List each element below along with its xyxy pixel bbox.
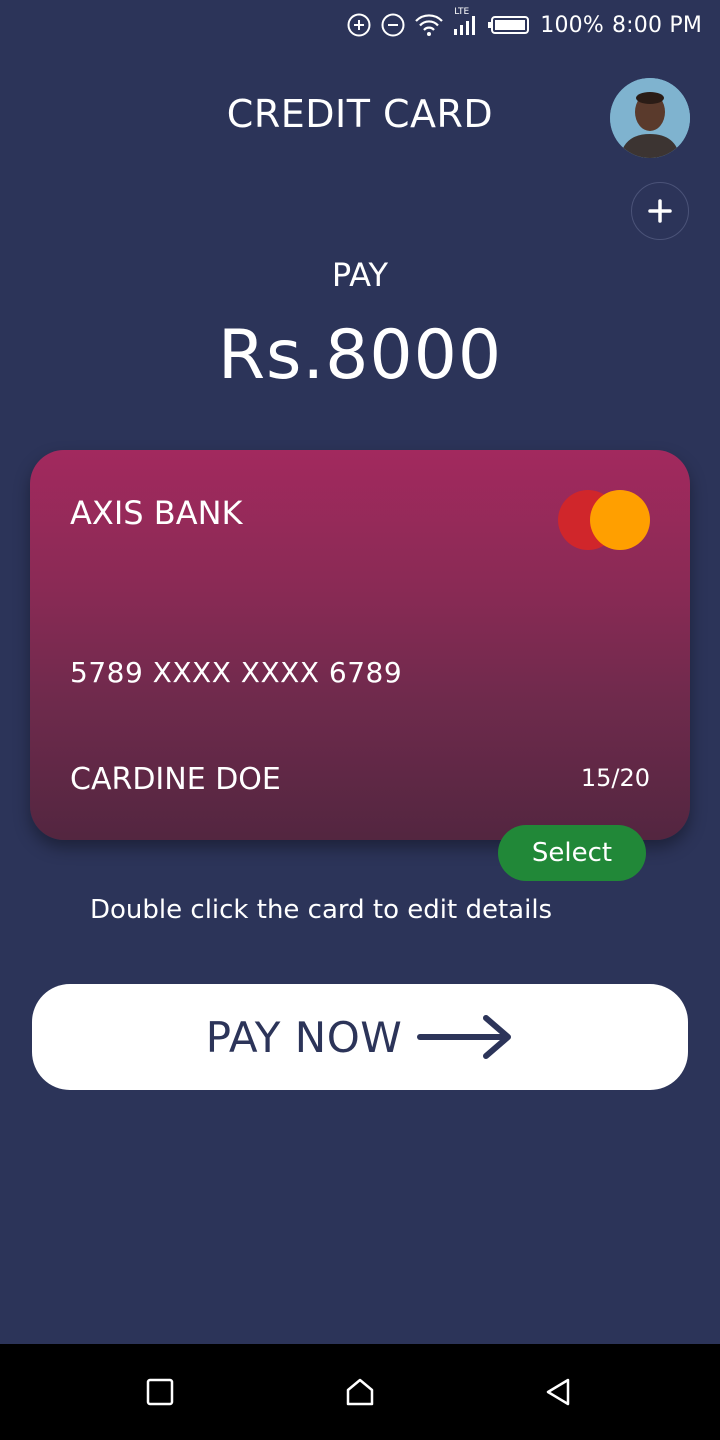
pay-now-button[interactable]: PAY NOW (32, 984, 688, 1090)
card-number: 5789 XXXX XXXX 6789 (70, 656, 403, 689)
battery-percent: 100% (540, 12, 604, 38)
mastercard-orange-circle (590, 490, 650, 550)
home-icon (346, 1378, 374, 1406)
pay-now-label: PAY NOW (205, 1012, 403, 1062)
credit-card[interactable]: AXIS BANK 5789 XXXX XXXX 6789 CARDINE DO… (30, 450, 690, 840)
card-holder-name: CARDINE DOE (70, 762, 281, 797)
bank-name: AXIS BANK (70, 494, 243, 532)
navigation-bar (0, 1344, 720, 1440)
add-card-button[interactable] (631, 182, 689, 240)
wifi-icon (414, 13, 444, 37)
arrow-right-icon (417, 1015, 512, 1059)
home-button[interactable] (340, 1372, 380, 1412)
back-icon (546, 1378, 570, 1406)
app-screen: LTE 100% 8:00 PM CREDIT CARD PAY Rs.8000… (0, 0, 720, 1440)
clock: 8:00 PM (611, 12, 702, 38)
avatar-image (610, 78, 690, 158)
user-avatar[interactable] (610, 78, 690, 158)
pay-label: PAY (331, 256, 389, 294)
status-bar: LTE 100% 8:00 PM (0, 0, 720, 50)
back-button[interactable] (538, 1372, 578, 1412)
select-button[interactable]: Select (498, 825, 646, 881)
recent-apps-icon (146, 1378, 174, 1406)
add-circle-icon (346, 12, 372, 38)
minus-circle-icon (380, 12, 406, 38)
battery-icon (488, 14, 532, 36)
plus-icon (648, 199, 672, 223)
edit-hint: Double click the card to edit details (90, 895, 553, 925)
signal-icon: LTE (452, 7, 480, 37)
card-expiry: 15/20 (580, 764, 650, 792)
recent-apps-button[interactable] (140, 1372, 180, 1412)
pay-amount: Rs.8000 (217, 316, 503, 395)
network-type-label: LTE (454, 7, 470, 17)
mastercard-logo (558, 490, 650, 550)
